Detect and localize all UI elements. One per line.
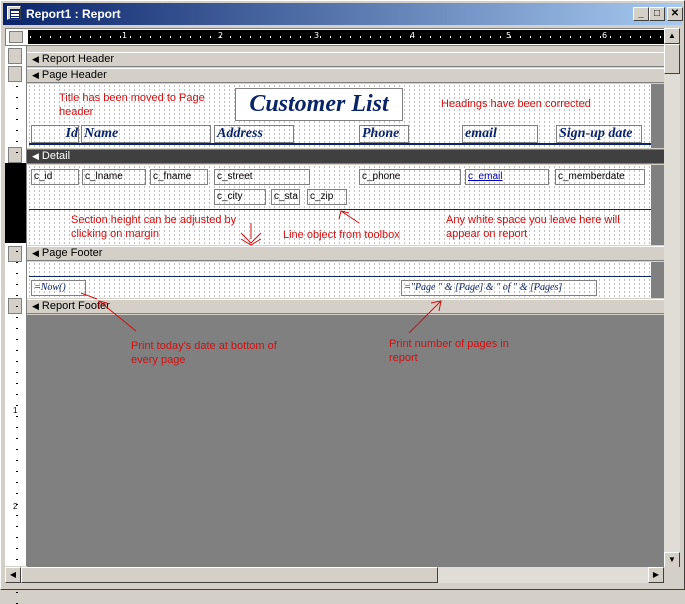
arrow-pages-icon <box>408 300 442 334</box>
size-grip[interactable] <box>664 567 680 583</box>
scroll-thumb[interactable] <box>664 44 680 74</box>
report-design-window: Report1 : Report _ □ ✕ 1 2 3 4 5 6 1 2 ◀… <box>0 0 685 604</box>
horizontal-scrollbar[interactable]: ◀ ▶ <box>5 567 664 583</box>
scroll-thumb[interactable] <box>21 567 438 583</box>
scroll-up-button[interactable]: ▲ <box>664 28 680 44</box>
scroll-down-button[interactable]: ▼ <box>664 552 680 568</box>
arrow-up-icon <box>338 210 360 224</box>
vruler-tick <box>16 592 18 593</box>
scroll-left-button[interactable]: ◀ <box>5 567 21 583</box>
vertical-scrollbar[interactable]: ▲ ▼ <box>664 28 680 568</box>
scroll-right-button[interactable]: ▶ <box>648 567 664 583</box>
arrow-down-icon <box>240 223 262 246</box>
annotation-arrows <box>80 210 442 334</box>
arrow-date-icon <box>80 292 137 332</box>
